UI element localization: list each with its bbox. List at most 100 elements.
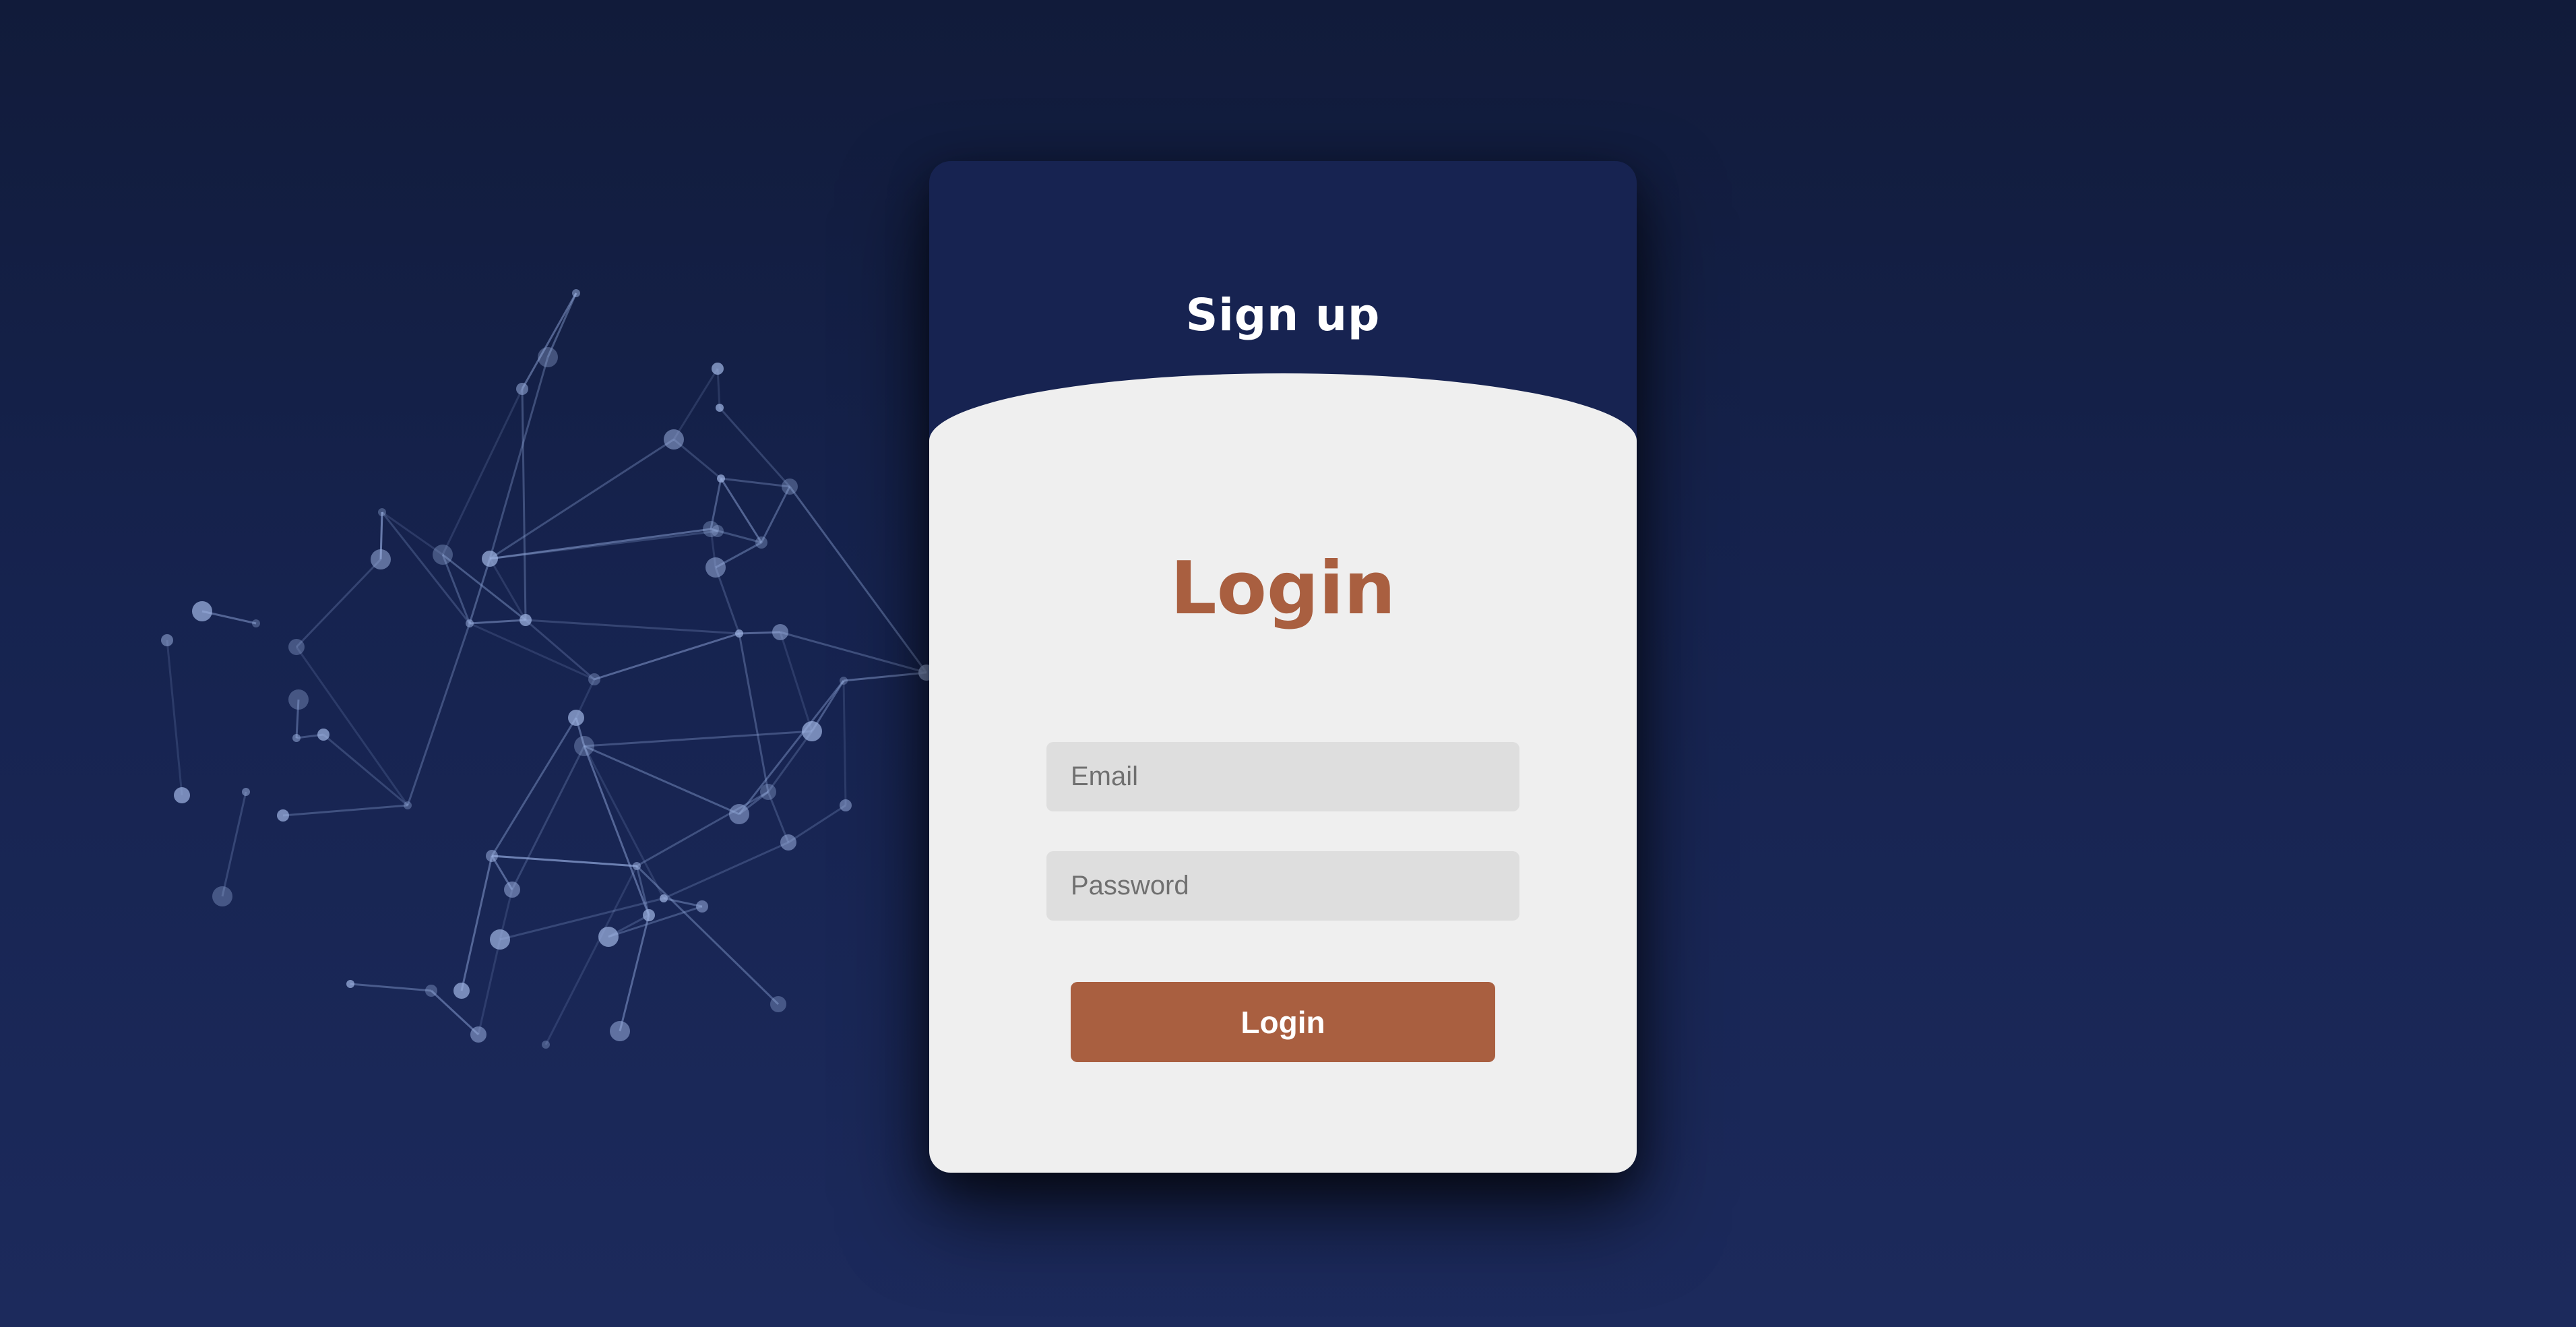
network-line xyxy=(381,512,471,624)
network-line xyxy=(546,292,577,358)
network-node xyxy=(161,634,173,646)
network-node xyxy=(174,787,190,803)
network-node xyxy=(717,474,725,483)
network-line xyxy=(720,477,790,488)
network-line xyxy=(583,745,665,899)
network-line xyxy=(525,619,740,635)
network-node xyxy=(712,363,724,375)
network-line xyxy=(521,388,527,621)
network-line xyxy=(166,640,183,796)
network-line xyxy=(608,905,703,938)
network-line xyxy=(350,983,432,992)
network-line xyxy=(460,855,493,991)
network-line xyxy=(594,632,740,681)
network-line xyxy=(672,368,719,440)
network-node xyxy=(782,479,798,495)
auth-card: Sign up Login Login xyxy=(929,161,1637,1173)
network-node xyxy=(712,525,724,537)
network-node xyxy=(735,629,743,638)
network-node xyxy=(542,1041,550,1049)
network-line xyxy=(738,633,769,793)
network-node xyxy=(404,801,412,809)
network-node xyxy=(574,736,594,756)
network-node xyxy=(433,545,453,565)
network-line xyxy=(525,619,595,681)
network-node xyxy=(346,980,354,988)
network-node xyxy=(516,383,528,395)
network-node xyxy=(292,734,301,742)
network-line xyxy=(584,745,740,815)
network-node xyxy=(482,551,498,567)
network-node xyxy=(633,862,641,870)
network-line xyxy=(842,680,847,806)
network-node xyxy=(610,1021,630,1041)
network-line xyxy=(282,804,408,817)
network-node xyxy=(780,834,796,851)
network-node xyxy=(378,508,386,516)
network-line xyxy=(788,804,846,844)
network-line xyxy=(511,745,586,890)
network-node xyxy=(705,557,726,578)
network-node xyxy=(840,677,848,685)
network-node xyxy=(425,985,437,997)
network-line xyxy=(635,865,780,1006)
network-line xyxy=(221,791,247,897)
password-field[interactable] xyxy=(1046,851,1519,921)
network-node xyxy=(802,721,822,741)
network-line xyxy=(477,939,501,1035)
network-node xyxy=(504,882,520,898)
network-line xyxy=(469,622,595,681)
network-node xyxy=(242,788,250,796)
signup-title[interactable]: Sign up xyxy=(929,289,1637,341)
network-line xyxy=(521,292,577,390)
network-node xyxy=(453,983,470,999)
network-node xyxy=(770,996,786,1012)
network-line xyxy=(468,558,491,624)
network-node xyxy=(277,809,289,822)
network-node xyxy=(192,601,212,621)
network-line xyxy=(718,407,791,487)
network-node xyxy=(288,689,309,710)
network-node xyxy=(696,900,708,913)
login-button[interactable]: Login xyxy=(1071,982,1495,1062)
network-node xyxy=(470,1026,486,1043)
network-line xyxy=(663,841,789,900)
network-node xyxy=(486,850,498,862)
network-line xyxy=(767,791,790,843)
network-line xyxy=(295,558,382,648)
network-node xyxy=(568,710,584,726)
network-node xyxy=(288,639,305,655)
network-line xyxy=(583,745,650,916)
network-line xyxy=(843,671,927,682)
network-line xyxy=(779,631,813,732)
network-node xyxy=(729,804,749,824)
network-line xyxy=(441,388,524,555)
network-node xyxy=(772,624,788,640)
email-field[interactable] xyxy=(1046,742,1519,811)
network-line xyxy=(584,730,813,747)
network-line xyxy=(489,558,527,621)
network-line xyxy=(430,989,480,1036)
network-node xyxy=(572,289,580,297)
network-node xyxy=(538,347,558,367)
network-node xyxy=(755,536,767,549)
network-node xyxy=(212,886,232,906)
network-line xyxy=(499,897,664,941)
network-node xyxy=(716,404,724,412)
network-line xyxy=(738,680,845,815)
network-line xyxy=(714,567,741,634)
network-node xyxy=(252,619,260,627)
network-node xyxy=(317,729,329,741)
network-node xyxy=(520,614,532,626)
network-node xyxy=(760,784,776,800)
network-node xyxy=(490,929,510,950)
network-node xyxy=(598,927,619,947)
network-line xyxy=(780,631,927,674)
network-line xyxy=(788,486,928,673)
network-line xyxy=(767,731,813,793)
network-line xyxy=(406,623,471,806)
network-node xyxy=(664,429,684,450)
network-line xyxy=(489,438,674,560)
network-node xyxy=(840,799,852,811)
network-line xyxy=(760,486,791,543)
